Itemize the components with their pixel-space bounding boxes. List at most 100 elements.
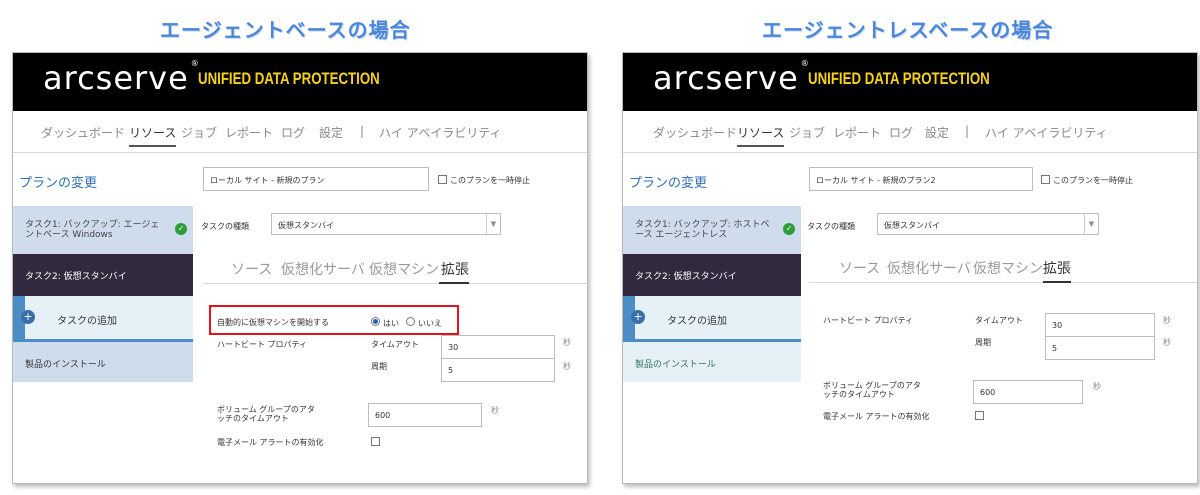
task1-label: タスク1: バックアップ: エージェントベース Windows xyxy=(25,220,160,240)
brand-bar: arcserve ® UNIFIED DATA PROTECTION xyxy=(13,53,587,111)
timeout-unit: 秒 xyxy=(563,338,571,347)
email-alert-label: 電子メール アラートの有効化 xyxy=(217,438,324,447)
agentless-panel: arcserve ® UNIFIED DATA PROTECTION ダッシュボー… xyxy=(622,52,1198,484)
interval-input[interactable]: 5 xyxy=(441,358,555,382)
pause-plan-checkbox[interactable] xyxy=(1041,175,1050,184)
volume-timeout-unit: 秒 xyxy=(1093,382,1101,391)
tab-virtual-machine[interactable]: 仮想マシン xyxy=(369,259,439,279)
task-type-select[interactable]: 仮想スタンバイ ▼ xyxy=(271,213,501,235)
nav-high-availability[interactable]: ハイ アベイラビリティ xyxy=(379,124,502,141)
timeout-label: タイムアウト xyxy=(371,340,419,349)
check-circle-icon: ✓ xyxy=(175,223,187,235)
left-heading: エージェントベースの場合 xyxy=(160,18,411,42)
interval-label: 周期 xyxy=(975,338,991,347)
heartbeat-label: ハートビート プロパティ xyxy=(823,316,914,325)
nav-dashboard[interactable]: ダッシュボード xyxy=(41,124,125,141)
sidebar-item-task2[interactable]: タスク2: 仮想スタンバイ xyxy=(13,254,193,296)
nav-logs[interactable]: ログ xyxy=(281,124,305,141)
task1-label: タスク1: バックアップ: ホストベース エージェントレス xyxy=(635,220,770,240)
email-alert-checkbox[interactable] xyxy=(371,437,380,446)
tab-virtual-machine[interactable]: 仮想マシン xyxy=(973,258,1043,278)
sidebar: プランの変更 タスク1: バックアップ: ホストベース エージェントレス ✓ タ… xyxy=(623,154,801,483)
sidebar-item-task1[interactable]: タスク1: バックアップ: ホストベース エージェントレス ✓ xyxy=(623,206,801,254)
email-alert-label: 電子メール アラートの有効化 xyxy=(823,412,930,421)
tab-virtualization-server[interactable]: 仮想化サーバ xyxy=(887,258,971,278)
product-name: UNIFIED DATA PROTECTION xyxy=(198,69,380,88)
nav-dashboard[interactable]: ダッシュボード xyxy=(653,124,737,141)
task-type-value: 仮想スタンバイ xyxy=(278,221,334,230)
active-tab-underline xyxy=(1043,281,1071,283)
nav-jobs[interactable]: ジョブ xyxy=(181,124,217,141)
volume-timeout-input[interactable]: 600 xyxy=(368,403,482,427)
task-type-label: タスクの種類 xyxy=(807,222,855,231)
nav-settings[interactable]: 設定 xyxy=(925,124,949,141)
plan-name-input[interactable]: ローカル サイト - 新規のプラン xyxy=(203,167,429,191)
timeout-unit: 秒 xyxy=(1163,316,1171,325)
nav-jobs[interactable]: ジョブ xyxy=(789,124,825,141)
radio-no[interactable] xyxy=(406,317,415,326)
sidebar-item-install[interactable]: 製品のインストール xyxy=(623,342,801,382)
add-task-label: タスクの追加 xyxy=(667,316,727,327)
nav-resources[interactable]: リソース xyxy=(129,124,177,147)
agent-based-panel: arcserve ® UNIFIED DATA PROTECTION ダッシュボー… xyxy=(12,52,588,484)
task-type-select[interactable]: 仮想スタンバイ ▼ xyxy=(877,213,1099,235)
interval-label: 周期 xyxy=(371,362,387,371)
nav-settings[interactable]: 設定 xyxy=(319,124,343,141)
nav-reports[interactable]: レポート xyxy=(833,124,881,141)
plan-name-input[interactable]: ローカル サイト - 新規のプラン2 xyxy=(809,167,1033,191)
product-name: UNIFIED DATA PROTECTION xyxy=(808,69,990,88)
modify-plan-title: プランの変更 xyxy=(629,176,708,191)
subtab-divider xyxy=(809,282,1197,283)
add-task-button[interactable]: + タスクの追加 xyxy=(13,296,193,342)
email-alert-checkbox[interactable] xyxy=(975,411,984,420)
plus-circle-icon: + xyxy=(631,310,645,324)
active-tab-underline xyxy=(439,282,469,284)
tab-source[interactable]: ソース xyxy=(839,258,880,278)
radio-yes[interactable] xyxy=(371,317,380,326)
interval-unit: 秒 xyxy=(1163,338,1171,347)
timeout-input[interactable]: 30 xyxy=(441,335,555,359)
brand-bar: arcserve ® UNIFIED DATA PROTECTION xyxy=(623,53,1197,111)
add-task-button[interactable]: + タスクの追加 xyxy=(623,296,801,342)
interval-input[interactable]: 5 xyxy=(1045,336,1155,360)
pause-plan-checkbox[interactable] xyxy=(438,175,447,184)
sidebar-item-task2[interactable]: タスク2: 仮想スタンバイ xyxy=(623,254,801,296)
nav-reports[interactable]: レポート xyxy=(225,124,273,141)
pause-plan-label: このプランを一時停止 xyxy=(450,176,530,185)
add-task-label: タスクの追加 xyxy=(57,316,117,327)
sidebar-item-install[interactable]: 製品のインストール xyxy=(13,342,193,382)
timeout-input[interactable]: 30 xyxy=(1045,313,1155,337)
sidebar-item-task1[interactable]: タスク1: バックアップ: エージェントベース Windows ✓ xyxy=(13,206,193,254)
modify-plan-title: プランの変更 xyxy=(19,176,98,191)
main-nav: ダッシュボード リソース ジョブ レポート ログ 設定 | ハイ アベイラビリテ… xyxy=(623,111,1197,153)
heartbeat-label: ハートビート プロパティ xyxy=(217,340,308,349)
auto-start-label: 自動的に仮想マシンを開始する xyxy=(217,318,329,327)
arcserve-logo: arcserve ® xyxy=(653,59,810,97)
tab-advanced[interactable]: 拡張 xyxy=(441,259,469,279)
main-nav: ダッシュボード リソース ジョブ レポート ログ 設定 | ハイ アベイラビリテ… xyxy=(13,111,587,153)
nav-separator: | xyxy=(360,124,365,138)
tab-virtualization-server[interactable]: 仮想化サーバ xyxy=(281,259,365,279)
right-heading: エージェントレスベースの場合 xyxy=(762,18,1054,42)
radio-yes-label: はい xyxy=(383,319,399,328)
subtab-divider xyxy=(203,283,587,284)
volume-timeout-input[interactable]: 600 xyxy=(973,380,1083,404)
radio-no-label: いいえ xyxy=(418,319,442,328)
interval-unit: 秒 xyxy=(563,362,571,371)
tab-source[interactable]: ソース xyxy=(231,259,272,279)
nav-resources[interactable]: リソース xyxy=(737,124,785,147)
arcserve-logo: arcserve ® xyxy=(43,59,200,97)
nav-logs[interactable]: ログ xyxy=(889,124,913,141)
nav-high-availability[interactable]: ハイ アベイラビリティ xyxy=(985,124,1108,141)
task-type-label: タスクの種類 xyxy=(201,222,249,231)
chevron-down-icon: ▼ xyxy=(1084,214,1098,234)
timeout-label: タイムアウト xyxy=(975,316,1023,325)
pause-plan-label: このプランを一時停止 xyxy=(1053,176,1133,185)
volume-timeout-unit: 秒 xyxy=(491,406,499,415)
tab-advanced[interactable]: 拡張 xyxy=(1043,258,1071,278)
volume-timeout-label: ボリューム グループのアタッチのタイムアウト xyxy=(217,405,315,423)
plus-circle-icon: + xyxy=(21,310,35,324)
volume-timeout-label: ボリューム グループのアタッチのタイムアウト xyxy=(823,381,921,399)
nav-separator: | xyxy=(965,124,970,138)
task-type-value: 仮想スタンバイ xyxy=(884,221,940,230)
